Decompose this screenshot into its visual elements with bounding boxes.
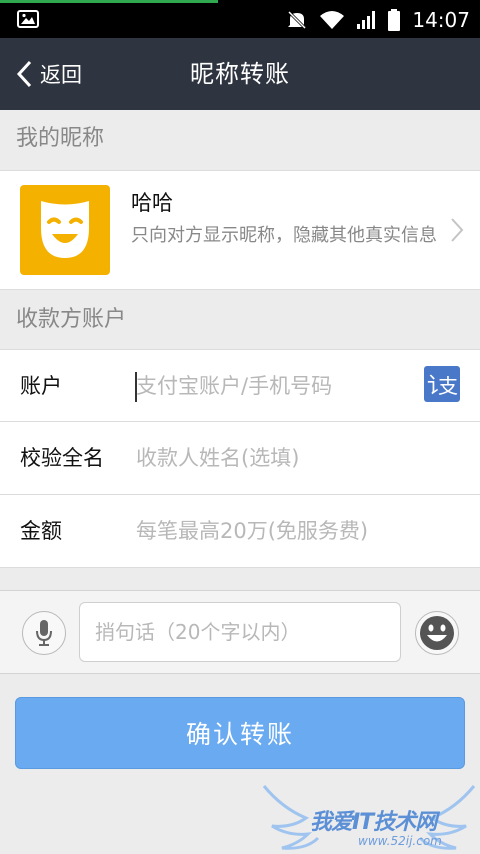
- fullname-label: 校验全名: [20, 446, 104, 470]
- mask-icon: [41, 201, 89, 258]
- nickname-description: 只向对方显示昵称，隐藏其他真实信息: [131, 225, 437, 246]
- back-label: 返回: [40, 63, 82, 87]
- mute-icon: [288, 10, 307, 30]
- section-header-payee: 收款方账户: [0, 291, 480, 349]
- avatar: [20, 185, 110, 275]
- message-bar: [0, 590, 480, 674]
- download-progress: [0, 0, 218, 3]
- alipay-icon: 讠 支: [427, 374, 458, 399]
- status-time: 14:07: [412, 8, 470, 32]
- voice-button[interactable]: [22, 611, 66, 655]
- amount-label: 金额: [20, 519, 62, 543]
- amount-row: 金额: [0, 495, 480, 568]
- emoji-button[interactable]: [415, 611, 459, 655]
- watermark-logo: 我爱IT技术网 www.52ij.com: [262, 778, 476, 854]
- battery-icon: [388, 9, 401, 31]
- status-bar: 14:07: [0, 0, 480, 38]
- wings-icon: [262, 785, 476, 850]
- signal-icon: [357, 11, 376, 29]
- chevron-left-icon: [16, 60, 32, 88]
- section-header-my-nickname: 我的昵称: [0, 110, 480, 168]
- alipay-contact-icon[interactable]: 讠 支: [424, 366, 460, 402]
- chevron-right-icon: [451, 218, 464, 242]
- smiley-icon: [420, 616, 454, 650]
- nav-bar: 返回 昵称转账: [0, 38, 480, 110]
- wifi-icon: [320, 11, 345, 29]
- back-button[interactable]: 返回: [16, 56, 82, 92]
- svg-text:支: 支: [438, 374, 458, 398]
- message-input[interactable]: [79, 602, 401, 662]
- microphone-icon: [36, 620, 52, 646]
- account-row: 账户: [0, 349, 480, 422]
- account-label: 账户: [20, 374, 62, 398]
- fullname-row: 校验全名: [0, 422, 480, 495]
- image-icon: [17, 10, 39, 28]
- fullname-input[interactable]: [136, 438, 416, 478]
- my-nickname-row[interactable]: 哈哈 只向对方显示昵称，隐藏其他真实信息: [0, 170, 480, 290]
- account-input[interactable]: [136, 366, 416, 406]
- confirm-transfer-button[interactable]: 确认转账: [15, 697, 465, 769]
- nickname: 哈哈: [131, 191, 173, 215]
- amount-input[interactable]: [136, 511, 416, 551]
